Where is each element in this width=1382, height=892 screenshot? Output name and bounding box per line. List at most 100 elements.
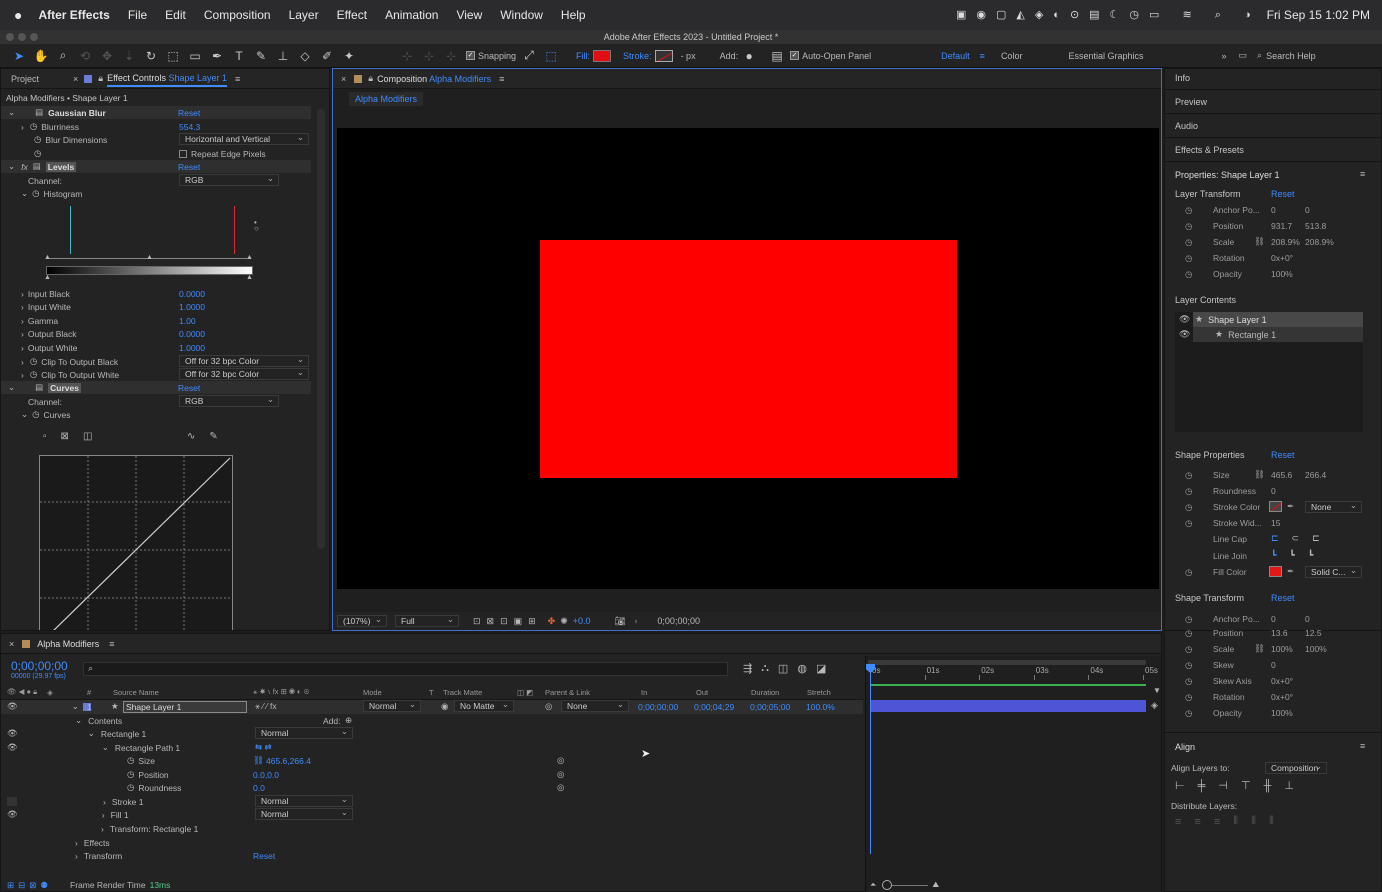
histogram-graph[interactable]: • ○ ▲ ▲ ▲ ▲ ▲: [41, 204, 266, 284]
stopwatch-icon[interactable]: ◷: [127, 769, 134, 780]
constrain-link-icon[interactable]: ⛓︎: [1254, 643, 1265, 654]
timeline-layer-row[interactable]: 👁︎ ⌄ 1 ★ Shape Layer 1 ⚹ ⁄ ⁄ fx Normal ◉…: [1, 699, 863, 714]
footer-toggle-icons[interactable]: ⊞⊟⊠⚉: [7, 880, 52, 891]
workspace-color[interactable]: Color: [1001, 51, 1023, 61]
round-join-icon[interactable]: ┗: [1289, 550, 1294, 561]
snapping-checkbox[interactable]: ✓ Snapping: [466, 51, 516, 61]
value-field[interactable]: 100%: [1305, 644, 1327, 654]
tree-rectangle[interactable]: 👁︎ ⌄ Rectangle 1 Normal: [1, 726, 863, 741]
panel-menu-icon[interactable]: ≡: [1360, 741, 1365, 751]
eye-icon[interactable]: 👁︎: [7, 728, 18, 739]
timeline-timecode[interactable]: 0;00;00;00: [11, 659, 68, 673]
eye-off-slot[interactable]: [7, 797, 17, 807]
minimize-window-icon[interactable]: [18, 33, 26, 41]
eye-icon[interactable]: 👁︎: [7, 742, 18, 753]
fx-toggle-icon[interactable]: fx: [21, 162, 28, 172]
bezier-curve-icon[interactable]: ∿: [187, 431, 195, 442]
stopwatch-icon[interactable]: ◷: [1185, 567, 1192, 578]
red-rectangle-shape[interactable]: [540, 240, 957, 478]
fill-type-dropdown[interactable]: Solid C...: [1305, 565, 1362, 578]
time-ruler[interactable]: 0s 01s 02s 03s 04s 05s: [866, 666, 1162, 680]
eraser-tool-icon[interactable]: ◇: [296, 48, 314, 64]
levels-param-value[interactable]: 1.0000: [179, 343, 205, 353]
effect-curves[interactable]: ⌄ ▤ Curves Reset: [1, 381, 311, 394]
fx-icon[interactable]: ▤: [35, 382, 43, 393]
tl-position-value[interactable]: 0.0,0.0: [253, 770, 279, 780]
stopwatch-icon[interactable]: ◷: [1185, 269, 1192, 280]
switches-header-icons[interactable]: ⚹ ☀ ∖ fx ⊞ ◉ ◐ ⊛: [253, 687, 310, 697]
workspace-essential-graphics[interactable]: Essential Graphics: [1068, 51, 1143, 61]
stopwatch-icon[interactable]: ◷: [1185, 253, 1192, 264]
tl-size-value[interactable]: 465.6,266.4: [266, 756, 311, 766]
tab-composition[interactable]: Composition Alpha Modifiers: [377, 74, 491, 84]
stopwatch-icon[interactable]: ◷: [34, 148, 41, 159]
layer-switch-icons[interactable]: ⚹ ⁄ ⁄ fx: [255, 701, 277, 712]
levels-param-value[interactable]: 1.00: [179, 316, 196, 326]
stopwatch-icon[interactable]: ◷: [1185, 502, 1192, 513]
auto-open-panel-checkbox[interactable]: ✓ Auto-Open Panel: [790, 51, 871, 61]
stopwatch-icon[interactable]: ◷: [1185, 614, 1192, 625]
effect-levels[interactable]: ⌄ fx ▤ Levels Reset: [1, 160, 311, 173]
snap-options-icon[interactable]: ⤢: [520, 48, 538, 64]
comp-canvas[interactable]: [337, 128, 1159, 589]
brush-tool-icon[interactable]: ✎: [252, 48, 270, 64]
distribute-left-icon[interactable]: ⦀: [1233, 815, 1238, 828]
eye-icon[interactable]: 👁︎: [7, 701, 18, 712]
fill-color-swatch[interactable]: [1269, 566, 1282, 577]
layer-contents-item-rectangle[interactable]: 👁︎ ★ Rectangle 1: [1179, 327, 1363, 342]
stopwatch-icon[interactable]: ◷: [1185, 518, 1192, 529]
transform-reset-button[interactable]: Reset: [253, 851, 275, 861]
blurriness-value[interactable]: 554.3: [179, 122, 200, 132]
curves-channel-dropdown[interactable]: RGB: [179, 394, 279, 407]
stroke-color-swatch[interactable]: [1269, 501, 1282, 512]
axis-view-icon[interactable]: ⊹: [442, 48, 460, 64]
workspace-default[interactable]: Default: [941, 51, 970, 61]
exposure-value[interactable]: +0.0: [573, 616, 591, 626]
menu-window[interactable]: Window: [500, 8, 543, 22]
close-tab-icon[interactable]: ×: [341, 74, 346, 84]
stopwatch-icon[interactable]: ◷: [127, 782, 134, 793]
value-field[interactable]: 208.9%: [1305, 237, 1334, 247]
gaussian-reset-button[interactable]: Reset: [178, 108, 200, 118]
tab-timeline[interactable]: Alpha Modifiers: [37, 639, 99, 649]
tree-contents[interactable]: ⌄ Contents Add: ⊕: [1, 714, 863, 728]
histogram-channel-icon[interactable]: • ○: [254, 219, 259, 233]
bevel-join-icon[interactable]: ┗: [1308, 550, 1313, 561]
repeat-edge-checkbox[interactable]: [179, 149, 187, 158]
layer-duration-bar[interactable]: [870, 700, 1146, 712]
zoom-in-icon[interactable]: ⛰: [932, 880, 939, 890]
more-workspaces-icon[interactable]: »: [1222, 51, 1227, 61]
snap-target-icon[interactable]: ⬚: [542, 48, 560, 64]
panel-menu-icon[interactable]: ≡: [1360, 169, 1365, 179]
parent-pickwhip-icon[interactable]: ◎: [545, 701, 552, 712]
tree-transform-rectangle[interactable]: › Transform: Rectangle 1: [1, 822, 863, 836]
distribute-hcenter-icon[interactable]: ⦀: [1251, 815, 1256, 828]
distribute-bottom-icon[interactable]: ≡: [1214, 816, 1220, 828]
levels-reset-button[interactable]: Reset: [178, 162, 200, 172]
shy-layers-icon[interactable]: ◫: [778, 662, 788, 675]
workspace-menu-icon[interactable]: ≡: [980, 51, 985, 61]
add-shape-icon[interactable]: ●: [740, 48, 758, 64]
value-field[interactable]: 0: [1305, 205, 1310, 215]
expression-pickwhip-icon[interactable]: ◎: [557, 769, 564, 780]
panel-audio[interactable]: Audio: [1175, 121, 1198, 131]
miter-join-icon[interactable]: ┗: [1271, 550, 1276, 561]
curve-size-medium-icon[interactable]: ⊠: [61, 431, 69, 442]
value-field[interactable]: 931.7: [1271, 221, 1292, 231]
stopwatch-icon[interactable]: ◷: [1185, 644, 1192, 655]
distribute-right-icon[interactable]: ⦀: [1269, 815, 1274, 828]
distribute-top-icon[interactable]: ≡: [1175, 816, 1181, 828]
levels-param-value[interactable]: 0.0000: [179, 289, 205, 299]
track-matte-dropdown[interactable]: No Matte: [454, 699, 514, 712]
stopwatch-icon[interactable]: ◷: [30, 356, 37, 367]
av-features-icons[interactable]: 👁︎ ◀ ● 🔒︎: [7, 687, 37, 697]
menu-view[interactable]: View: [456, 8, 482, 22]
selection-tool-icon[interactable]: ➤: [10, 48, 28, 64]
effect-gaussian-blur[interactable]: ⌄ ▤ Gaussian Blur Reset: [1, 106, 311, 119]
time-graph[interactable]: 0s 01s 02s 03s 04s 05s ▼ ◈ ⏶ ⛰: [865, 656, 1161, 892]
auto-open-panel-icon[interactable]: ▤: [768, 48, 786, 64]
toggle-panel-icon[interactable]: ▭: [1239, 50, 1248, 61]
lock-icon[interactable]: 🔒︎: [368, 73, 373, 84]
fx-icon[interactable]: ▤: [35, 107, 43, 118]
keyframe-nav-icon[interactable]: ◈: [1151, 700, 1158, 711]
